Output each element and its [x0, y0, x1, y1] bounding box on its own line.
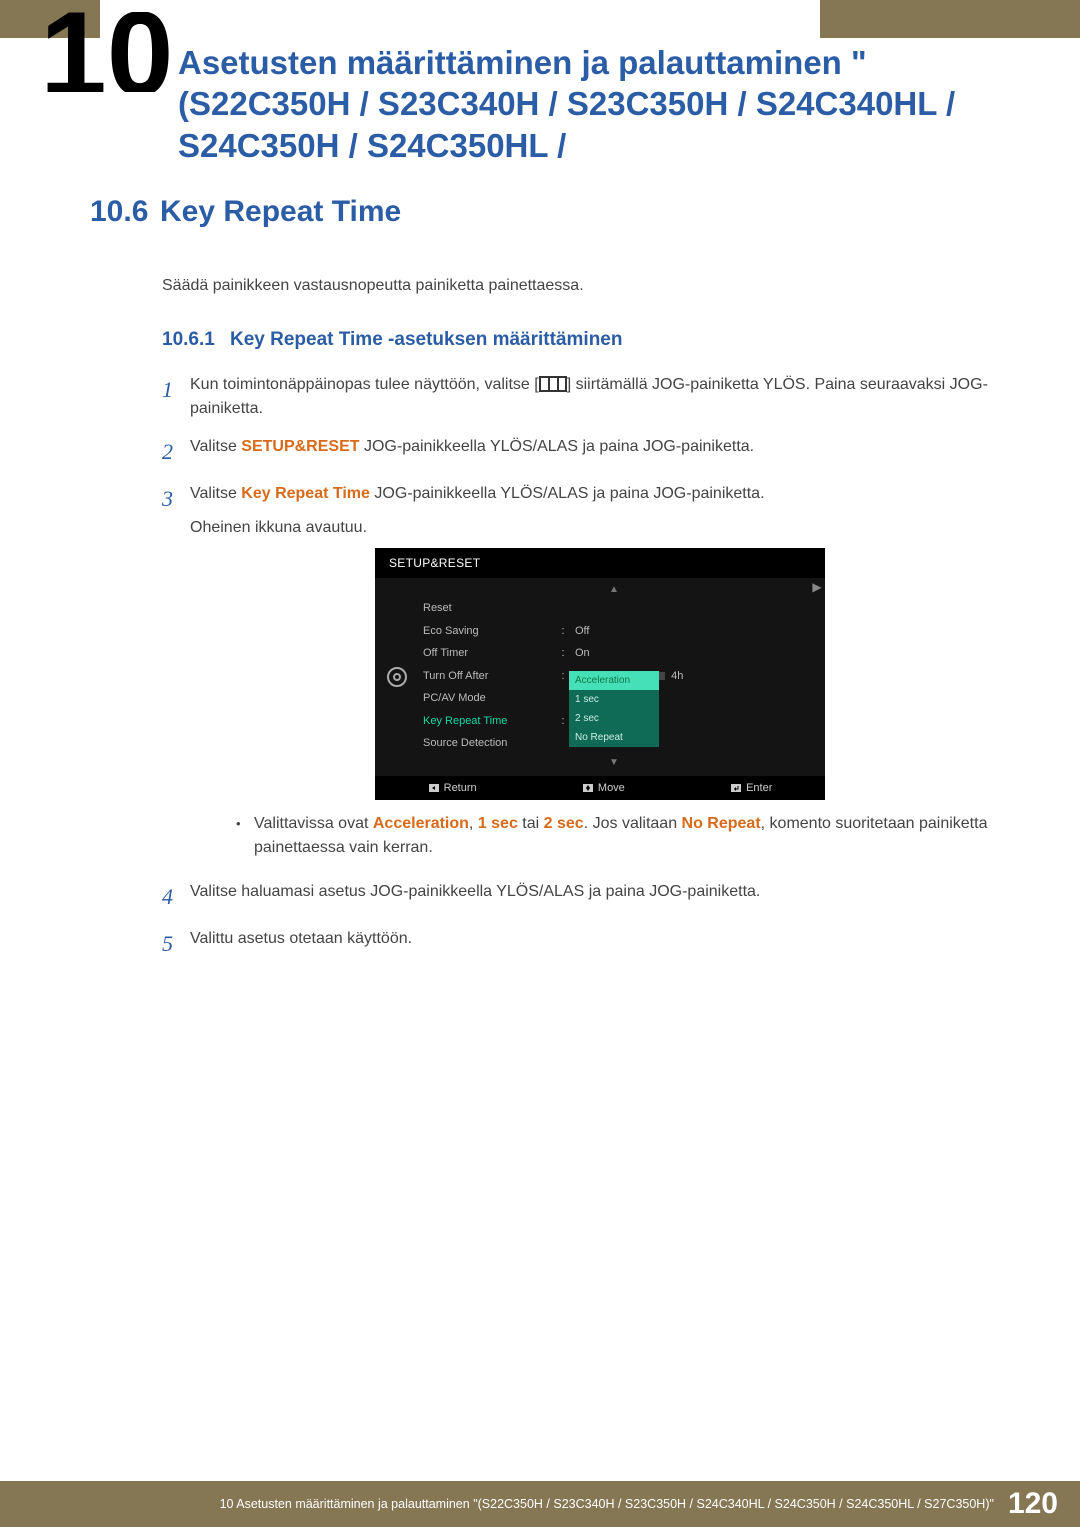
bullet-text: tai	[518, 815, 544, 832]
subsection-number: 10.6.1	[162, 329, 230, 351]
osd-value: Off	[567, 623, 589, 640]
step-3-subtext: Oheinen ikkuna avautuu.	[190, 516, 1010, 540]
step-number: 5	[162, 927, 190, 960]
osd-enter: Enter	[730, 780, 772, 797]
bullet-opt: 2 sec	[544, 815, 584, 832]
bullet-text: Valittavissa ovat	[254, 815, 373, 832]
gear-icon	[387, 667, 407, 687]
osd-value: 4h	[671, 670, 683, 682]
osd-label: Reset	[419, 600, 559, 617]
osd-label: Eco Saving	[419, 623, 559, 640]
page-number: 120	[1008, 1487, 1058, 1521]
chevron-up-icon: ▲	[419, 582, 809, 597]
bullet-note: Valittavissa ovat Acceleration, 1 sec ta…	[236, 812, 1010, 860]
osd-panel: SETUP&RESET ▲ Reset	[375, 548, 825, 800]
step-1: 1 Kun toimintonäppäinopas tulee näyttöön…	[162, 373, 1010, 421]
chapter-number: 10	[40, 12, 173, 92]
osd-label: PC/AV Mode	[419, 690, 559, 707]
osd-label: Source Detection	[419, 735, 559, 752]
step-3-highlight: Key Repeat Time	[241, 485, 370, 502]
step-number: 1	[162, 373, 190, 421]
osd-return: Return	[428, 780, 477, 797]
step-2-highlight: SETUP&RESET	[241, 438, 359, 455]
step-3-text-b: JOG-painikkeella YLÖS/ALAS ja paina JOG-…	[370, 485, 765, 502]
osd-row-eco: Eco Saving : Off	[419, 620, 809, 643]
osd-row-reset: Reset	[419, 597, 809, 620]
chevron-right-icon: ▶	[809, 578, 825, 776]
popup-option-selected: Acceleration	[569, 671, 659, 690]
step-1-text-a: Kun toimintonäppäinopas tulee näyttöön, …	[190, 376, 539, 393]
subsection-title: Key Repeat Time -asetuksen määrittäminen	[230, 329, 622, 350]
page-title: Asetusten määrittäminen ja palauttaminen…	[178, 42, 1010, 166]
popup-option: 2 sec	[569, 709, 659, 728]
subsection-heading: 10.6.1Key Repeat Time -asetuksen määritt…	[162, 329, 1010, 351]
section-intro: Säädä painikkeen vastausnopeutta painike…	[162, 277, 1010, 295]
chevron-down-icon: ▼	[419, 755, 809, 770]
popup-option: No Repeat	[569, 728, 659, 747]
osd-title: SETUP&RESET	[375, 548, 825, 578]
step-number: 3	[162, 482, 190, 866]
osd-label: Turn Off After	[419, 668, 559, 685]
bullet-opt: 1 sec	[478, 815, 518, 832]
osd-label: Off Timer	[419, 645, 559, 662]
popup-option: 1 sec	[569, 690, 659, 709]
footer-breadcrumb: 10 Asetusten määrittäminen ja palauttami…	[220, 1497, 994, 1511]
step-5: 5 Valittu asetus otetaan käyttöön.	[162, 927, 1010, 960]
header-cutout	[100, 0, 820, 38]
osd-footer: Return Move Enter	[375, 776, 825, 801]
step-2-text-b: JOG-painikkeella YLÖS/ALAS ja paina JOG-…	[360, 438, 755, 455]
bullet-text: . Jos valitaan	[584, 815, 682, 832]
menu-icon	[539, 376, 567, 392]
step-4-text: Valitse haluamasi asetus JOG-painikkeell…	[190, 880, 1010, 913]
step-number: 2	[162, 435, 190, 468]
step-2: 2 Valitse SETUP&RESET JOG-painikkeella Y…	[162, 435, 1010, 468]
osd-value: On	[567, 645, 590, 662]
osd-popup: Acceleration 1 sec 2 sec No Repeat	[569, 671, 659, 747]
bullet-opt: No Repeat	[682, 815, 761, 832]
bullet-text: ,	[469, 815, 478, 832]
section-number: 10.6	[90, 195, 160, 229]
page-footer: 10 Asetusten määrittäminen ja palauttami…	[0, 1481, 1080, 1527]
step-3-text-a: Valitse	[190, 485, 241, 502]
step-number: 4	[162, 880, 190, 913]
step-4: 4 Valitse haluamasi asetus JOG-painikkee…	[162, 880, 1010, 913]
osd-row-offtimer: Off Timer : On	[419, 642, 809, 665]
step-5-text: Valittu asetus otetaan käyttöön.	[190, 927, 1010, 960]
section-title: Key Repeat Time	[160, 195, 401, 228]
step-3: 3 Valitse Key Repeat Time JOG-painikkeel…	[162, 482, 1010, 866]
step-2-text-a: Valitse	[190, 438, 241, 455]
bullet-icon	[236, 812, 254, 860]
osd-label-selected: Key Repeat Time	[419, 713, 559, 730]
osd-move: Move	[582, 780, 625, 797]
bullet-opt: Acceleration	[373, 815, 469, 832]
section-heading: 10.6Key Repeat Time	[90, 195, 1010, 229]
